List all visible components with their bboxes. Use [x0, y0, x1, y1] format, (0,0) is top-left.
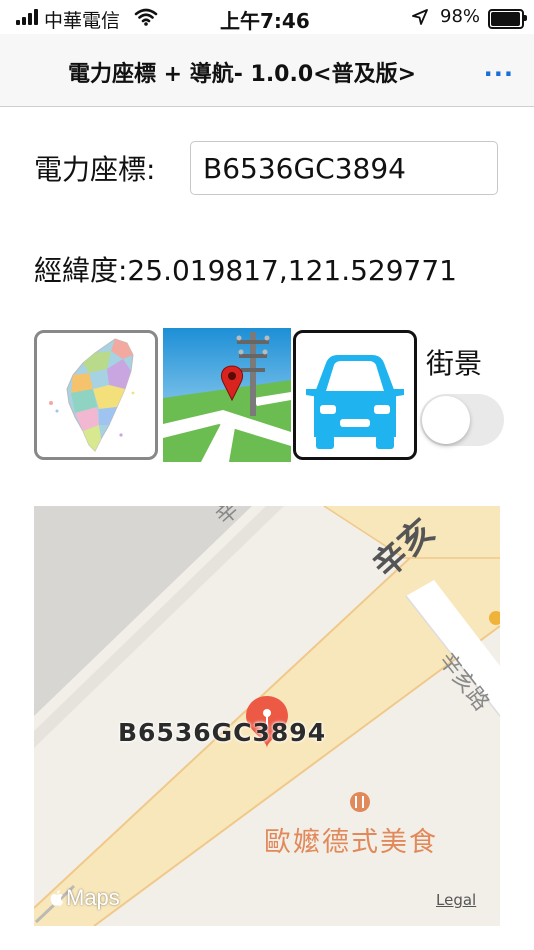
power-coordinate-label: 電力座標:: [34, 153, 156, 186]
car-navigation-button[interactable]: [293, 330, 417, 460]
map-pin-label: B6536GC3894: [118, 718, 327, 747]
legal-link[interactable]: Legal: [436, 891, 476, 909]
power-coordinate-input[interactable]: [190, 141, 498, 195]
status-bar: 中華電信 上午7:46 98%: [0, 0, 534, 34]
status-time: 上午7:46: [220, 9, 310, 33]
utility-pole-map-button[interactable]: [163, 328, 291, 462]
apple-maps-logo: Maps: [50, 885, 120, 911]
battery-percent: 98%: [440, 6, 481, 27]
more-options-button[interactable]: ...: [484, 54, 514, 82]
battery-icon: [488, 9, 527, 29]
maps-logo-text: Maps: [66, 885, 120, 910]
wifi-icon: [134, 8, 158, 31]
map-canvas: 辛亥 辛亥路 辛: [34, 506, 500, 926]
apple-logo-icon: [50, 890, 64, 906]
street-view-toggle[interactable]: [420, 394, 504, 446]
toggle-knob: [422, 396, 470, 444]
carrier-name: 中華電信: [44, 10, 121, 32]
taiwan-map-button[interactable]: [34, 330, 158, 460]
street-view-label: 街景: [426, 347, 483, 380]
map-view[interactable]: 辛亥 辛亥路 辛: [34, 506, 500, 926]
page-title: 電力座標 + 導航- 1.0.0<普及版>: [67, 62, 417, 87]
taiwan-map-icon: [49, 338, 135, 452]
utility-pole-map-icon: [163, 328, 291, 462]
poi-label[interactable]: 歐嬤德式美食: [264, 820, 438, 859]
latlng-text: 經緯度:25.019817,121.529771: [34, 254, 457, 287]
car-icon: [306, 355, 404, 449]
location-services-icon: [412, 9, 428, 30]
cellular-signal-icon: [16, 9, 38, 25]
navigation-bar: 電力座標 + 導航- 1.0.0<普及版> ...: [0, 34, 534, 107]
